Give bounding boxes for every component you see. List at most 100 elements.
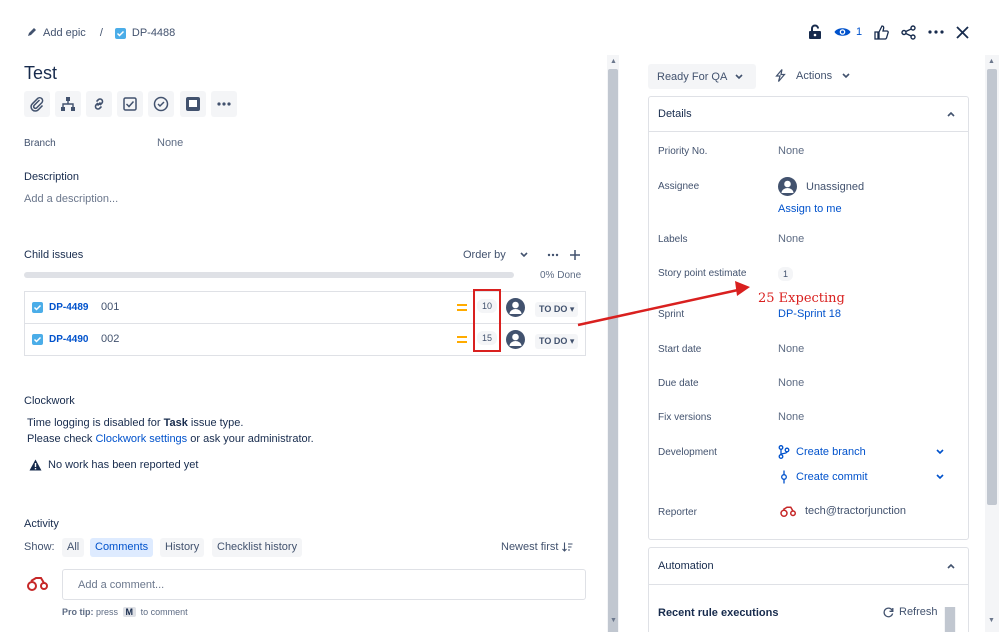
branch-value: None xyxy=(157,137,184,149)
child-more-button[interactable] xyxy=(545,247,561,263)
child-issue-button[interactable] xyxy=(55,91,81,117)
checklist-button[interactable] xyxy=(117,91,143,117)
progress-text: 0% Done xyxy=(540,270,582,281)
app-button[interactable] xyxy=(180,91,206,117)
window-scrollbar[interactable]: ▲ ▼ xyxy=(985,55,999,632)
child-issue-row[interactable]: DP-4490 002 15 TO DO ▾ xyxy=(24,323,586,356)
close-icon[interactable] xyxy=(956,25,969,39)
fix-versions-label: Fix versions xyxy=(658,412,712,423)
reporter-value[interactable]: tech@tractorjunction xyxy=(780,505,906,517)
priority-medium-icon xyxy=(457,303,467,315)
status-label: Ready For QA xyxy=(657,70,728,83)
pro-tip-text: to comment xyxy=(140,607,188,617)
comment-input[interactable]: Add a comment... xyxy=(62,569,586,600)
status-button[interactable]: Ready For QA xyxy=(648,64,756,89)
child-issue-summary[interactable]: 002 xyxy=(101,333,119,345)
add-epic-link[interactable]: Add epic xyxy=(43,27,86,39)
pro-tip-label: Pro tip: xyxy=(62,607,94,617)
lock-icon[interactable] xyxy=(808,24,822,40)
description-field[interactable]: Add a description... xyxy=(24,193,118,205)
tab-comments[interactable]: Comments xyxy=(90,538,154,557)
scroll-down-arrow[interactable]: ▼ xyxy=(988,617,995,624)
child-issue-row[interactable]: DP-4489 001 10 TO DO ▾ xyxy=(24,291,586,324)
lightning-icon xyxy=(775,69,786,82)
create-commit-button[interactable]: Create commit xyxy=(778,470,944,484)
status-dropdown[interactable]: TO DO ▾ xyxy=(535,334,579,349)
breadcrumb: Add epic / DP-4488 xyxy=(27,25,175,41)
avatar[interactable] xyxy=(506,298,525,317)
assignee-name: Unassigned xyxy=(806,180,865,193)
story-points-value[interactable]: 1 xyxy=(778,267,794,281)
more-button[interactable] xyxy=(211,91,237,117)
due-date-value[interactable]: None xyxy=(778,377,804,389)
progress-bar xyxy=(24,272,514,278)
clockwork-text: Please check xyxy=(27,433,96,445)
more-icon[interactable] xyxy=(928,30,944,34)
automation-header[interactable]: Automation xyxy=(649,548,968,585)
scroll-down-arrow[interactable]: ▼ xyxy=(610,617,617,624)
create-branch-button[interactable]: Create branch xyxy=(778,445,944,459)
chevron-up-icon xyxy=(947,563,955,569)
clockwork-label: Clockwork xyxy=(24,395,75,407)
user-avatar xyxy=(780,506,796,517)
watch-count: 1 xyxy=(856,26,863,38)
task-icon xyxy=(32,302,43,313)
refresh-icon xyxy=(883,606,894,617)
share-icon[interactable] xyxy=(901,24,916,40)
right-scrollbar[interactable] xyxy=(944,607,956,632)
avatar[interactable] xyxy=(506,330,525,349)
thumbs-up-icon[interactable] xyxy=(874,24,889,40)
breadcrumb-separator: / xyxy=(99,27,103,39)
child-issue-key[interactable]: DP-4490 xyxy=(49,334,88,345)
scrollbar-thumb[interactable] xyxy=(987,69,997,505)
tab-checklist-history[interactable]: Checklist history xyxy=(212,538,303,557)
scroll-up-arrow[interactable]: ▲ xyxy=(988,58,995,65)
add-child-button[interactable] xyxy=(569,249,581,261)
priority-medium-icon xyxy=(457,335,467,347)
order-by-button[interactable]: Order by xyxy=(463,249,528,261)
issue-key-link[interactable]: DP-4488 xyxy=(132,27,175,39)
priority-value[interactable]: None xyxy=(778,145,804,157)
sort-button[interactable]: Newest first xyxy=(501,541,573,553)
child-issue-key[interactable]: DP-4489 xyxy=(49,302,88,313)
actions-label: Actions xyxy=(796,69,833,82)
labels-value[interactable]: None xyxy=(778,233,804,245)
scrollbar-thumb[interactable] xyxy=(608,69,618,632)
status-dropdown[interactable]: TO DO ▾ xyxy=(535,302,579,317)
warning-text: No work has been reported yet xyxy=(48,459,199,471)
comment-placeholder: Add a comment... xyxy=(78,579,165,591)
tab-history[interactable]: History xyxy=(160,538,205,557)
scroll-up-arrow[interactable]: ▲ xyxy=(610,58,617,65)
show-label: Show: xyxy=(24,541,55,553)
fix-versions-value[interactable]: None xyxy=(778,411,804,423)
tab-all[interactable]: All xyxy=(62,538,85,557)
chevron-down-icon: ▾ xyxy=(569,336,575,346)
sprint-link[interactable]: DP-Sprint 18 xyxy=(778,308,841,320)
chevron-down-icon xyxy=(936,474,944,480)
scrollbar-thumb[interactable] xyxy=(945,607,955,632)
page-title[interactable]: Test xyxy=(24,63,57,84)
issue-type-text: Task xyxy=(163,417,188,429)
attach-button[interactable] xyxy=(24,91,50,117)
create-branch-label: Create branch xyxy=(796,446,866,458)
annotation-text: 25 Expecting xyxy=(758,291,845,306)
link-issue-button[interactable] xyxy=(86,91,112,117)
chevron-down-icon: ▾ xyxy=(569,304,575,314)
start-date-value[interactable]: None xyxy=(778,343,804,355)
task-icon xyxy=(32,334,43,345)
assign-to-me-link[interactable]: Assign to me xyxy=(778,203,842,215)
user-avatar xyxy=(27,575,49,591)
commit-icon xyxy=(781,470,787,484)
watch-button[interactable]: 1 xyxy=(834,26,862,38)
description-label: Description xyxy=(24,171,80,183)
details-header[interactable]: Details xyxy=(649,97,968,132)
time-button[interactable] xyxy=(148,91,174,117)
actions-button[interactable]: Actions xyxy=(775,69,850,82)
assignee-value[interactable]: Unassigned xyxy=(778,177,864,196)
more-icon xyxy=(547,253,559,257)
plus-icon xyxy=(570,250,580,260)
clockwork-settings-link[interactable]: Clockwork settings xyxy=(95,433,187,445)
child-issue-summary[interactable]: 001 xyxy=(101,301,119,313)
left-scrollbar[interactable]: ▲ ▼ xyxy=(607,55,619,632)
refresh-button[interactable]: Refresh xyxy=(883,606,938,618)
